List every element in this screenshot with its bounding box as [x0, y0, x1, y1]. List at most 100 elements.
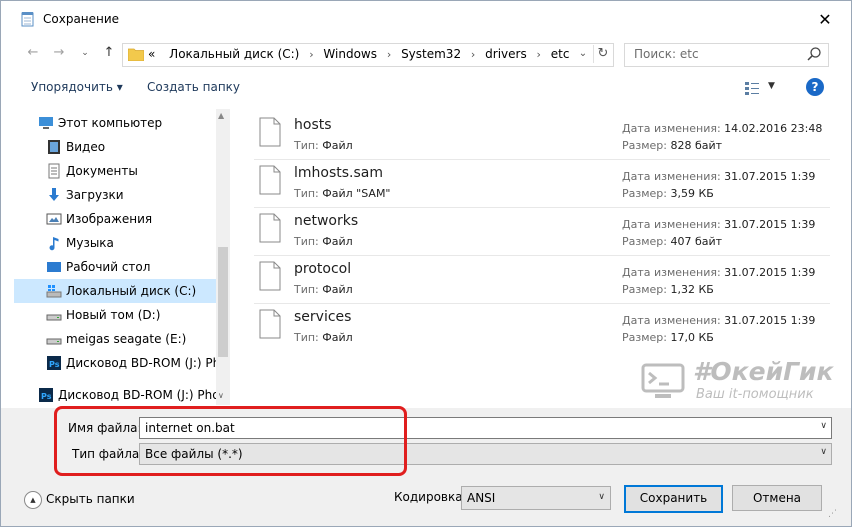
pictures-folder-icon [46, 213, 62, 225]
size-label: Размер: [622, 235, 667, 248]
file-item-lmhosts[interactable]: lmhosts.sam Тип: Файл "SAM" Дата изменен… [254, 159, 830, 208]
new-folder-button[interactable]: Создать папку [147, 80, 240, 94]
command-bar: Упорядочить ▾ Создать папку ▼ [1, 73, 851, 103]
notepad-icon [21, 12, 34, 27]
file-item-networks[interactable]: networks Тип: Файл Дата изменения: 31.07… [254, 207, 830, 256]
sidebar-item-local-disk-c[interactable]: Локальный диск (C:) [14, 279, 216, 303]
file-item-hosts[interactable]: hosts Тип: Файл Дата изменения: 14.02.20… [254, 111, 830, 160]
sidebar-item-video[interactable]: Видео [14, 135, 216, 159]
navigation-scrollbar[interactable]: ▲ ∨ [216, 109, 230, 405]
file-name: hosts [294, 117, 332, 133]
file-item-protocol[interactable]: protocol Тип: Файл Дата изменения: 31.07… [254, 255, 830, 304]
sidebar-item-label: Загрузки [66, 188, 124, 202]
file-type-value: Файл "SAM" [322, 187, 391, 200]
scroll-up-icon[interactable]: ▲ [218, 111, 224, 120]
breadcrumb-separator[interactable]: › [471, 48, 475, 61]
modified-value: 31.07.2015 1:39 [724, 314, 816, 327]
title-bar: Сохранение ✕ [1, 1, 851, 39]
file-icon [259, 261, 281, 291]
cancel-button[interactable]: Отмена [732, 485, 822, 511]
sidebar-item-label: Этот компьютер [58, 116, 163, 130]
sidebar-item-documents[interactable]: Документы [14, 159, 216, 183]
help-button[interactable]: ? [806, 78, 824, 96]
size-label: Размер: [622, 187, 667, 200]
scroll-down-icon[interactable]: ∨ [218, 391, 224, 400]
sidebar-item-desktop[interactable]: Рабочий стол [14, 255, 216, 279]
resize-grip-icon[interactable]: ⋰ [828, 509, 837, 519]
sidebar-item-bd-rom-j-root[interactable]: Ps Дисковод BD-ROM (J:) Photo [14, 383, 230, 405]
search-placeholder: Поиск: etc [634, 47, 699, 61]
breadcrumb-separator[interactable]: › [537, 48, 541, 61]
sidebar-item-label: meigas seagate (E:) [66, 332, 187, 346]
photoshop-icon: Ps [47, 356, 61, 370]
address-dropdown-button[interactable]: ⌄ [575, 46, 591, 62]
sidebar-item-this-pc[interactable]: Этот компьютер [14, 111, 216, 135]
sidebar-item-new-volume-d[interactable]: Новый том (D:) [14, 303, 216, 327]
file-modified-row: Дата изменения: 31.07.2015 1:39 [622, 314, 815, 327]
refresh-button[interactable]: ↻ [593, 45, 612, 63]
modified-label: Дата изменения: [622, 218, 721, 231]
file-type-value: Файл [322, 283, 353, 296]
view-dropdown-icon[interactable]: ▼ [768, 81, 775, 91]
breadcrumb-separator[interactable]: › [387, 48, 391, 61]
svg-text:Ps: Ps [41, 392, 52, 401]
size-value: 1,32 КБ [670, 283, 714, 296]
breadcrumb-separator[interactable]: › [309, 48, 313, 61]
file-type-row: Тип: Файл [294, 283, 353, 296]
breadcrumb-item-system32[interactable]: System32 [401, 47, 461, 61]
breadcrumb-item-windows[interactable]: Windows [323, 47, 377, 61]
address-bar[interactable]: « Локальный диск (C:) › Windows › System… [122, 43, 614, 67]
breadcrumb-item-drivers[interactable]: drivers [485, 47, 527, 61]
close-button[interactable]: ✕ [811, 7, 839, 33]
recent-dropdown-button[interactable]: ⌄ [75, 43, 95, 63]
file-type-label: Тип: [294, 139, 319, 152]
breadcrumb-item-etc[interactable]: etc [551, 47, 570, 61]
encoding-label: Кодировка: [394, 490, 467, 504]
forward-button[interactable]: → [49, 43, 69, 63]
modified-value: 31.07.2015 1:39 [724, 170, 816, 183]
navigation-pane: Этот компьютер Видео Документы Загрузки … [14, 109, 230, 405]
file-icon [259, 165, 281, 195]
breadcrumb-item-local-disk[interactable]: Локальный диск (C:) [169, 47, 299, 61]
size-value: 407 байт [670, 235, 723, 248]
file-type-row: Тип: Файл [294, 235, 353, 248]
sidebar-item-label: Дисковод BD-ROM (J:) Phot [66, 356, 230, 370]
organize-button[interactable]: Упорядочить ▾ [31, 80, 123, 94]
back-button[interactable]: ← [23, 43, 43, 63]
file-type-value: Файл [322, 331, 353, 344]
sidebar-item-label: Дисковод BD-ROM (J:) Photo [58, 388, 230, 402]
navigation-bar: ← → ⌄ ↑ « Локальный диск (C:) › Windows … [1, 39, 851, 69]
file-type-value: Файл [322, 139, 353, 152]
sidebar-item-seagate-e[interactable]: meigas seagate (E:) [14, 327, 216, 351]
save-button[interactable]: Сохранить [624, 485, 723, 513]
downloads-icon [49, 188, 59, 201]
file-name: services [294, 309, 352, 325]
svg-text:Ps: Ps [49, 360, 60, 369]
search-input[interactable]: Поиск: etc [624, 43, 829, 67]
video-folder-icon [48, 140, 60, 154]
breadcrumb-overflow[interactable]: « [148, 47, 155, 61]
scrollbar-thumb[interactable] [218, 247, 228, 357]
file-size-row: Размер: 17,0 КБ [622, 331, 714, 344]
photoshop-icon: Ps [39, 388, 53, 402]
encoding-select[interactable]: ANSI ∨ [461, 486, 611, 510]
file-item-services[interactable]: services Тип: Файл Дата изменения: 31.07… [254, 303, 830, 351]
view-options-icon[interactable] [744, 80, 760, 96]
sidebar-item-pictures[interactable]: Изображения [14, 207, 216, 231]
breadcrumb: « Локальный диск (C:) › Windows › System… [148, 47, 569, 61]
documents-folder-icon [48, 163, 60, 179]
music-icon [49, 237, 59, 251]
sidebar-item-music[interactable]: Музыка [14, 231, 216, 255]
folder-icon [128, 48, 144, 61]
sidebar-item-bd-rom-j[interactable]: Ps Дисковод BD-ROM (J:) Phot [14, 351, 230, 375]
file-list: hosts Тип: Файл Дата изменения: 14.02.20… [254, 111, 830, 351]
sidebar-item-label: Новый том (D:) [66, 308, 161, 322]
up-button[interactable]: ↑ [99, 43, 119, 63]
file-modified-row: Дата изменения: 31.07.2015 1:39 [622, 266, 815, 279]
file-size-row: Размер: 407 байт [622, 235, 722, 248]
chevron-down-icon[interactable]: ∨ [820, 421, 827, 431]
highlight-box [54, 406, 407, 476]
sidebar-item-downloads[interactable]: Загрузки [14, 183, 216, 207]
drive-icon [46, 338, 62, 345]
chevron-down-icon: ⌄ [578, 48, 588, 59]
